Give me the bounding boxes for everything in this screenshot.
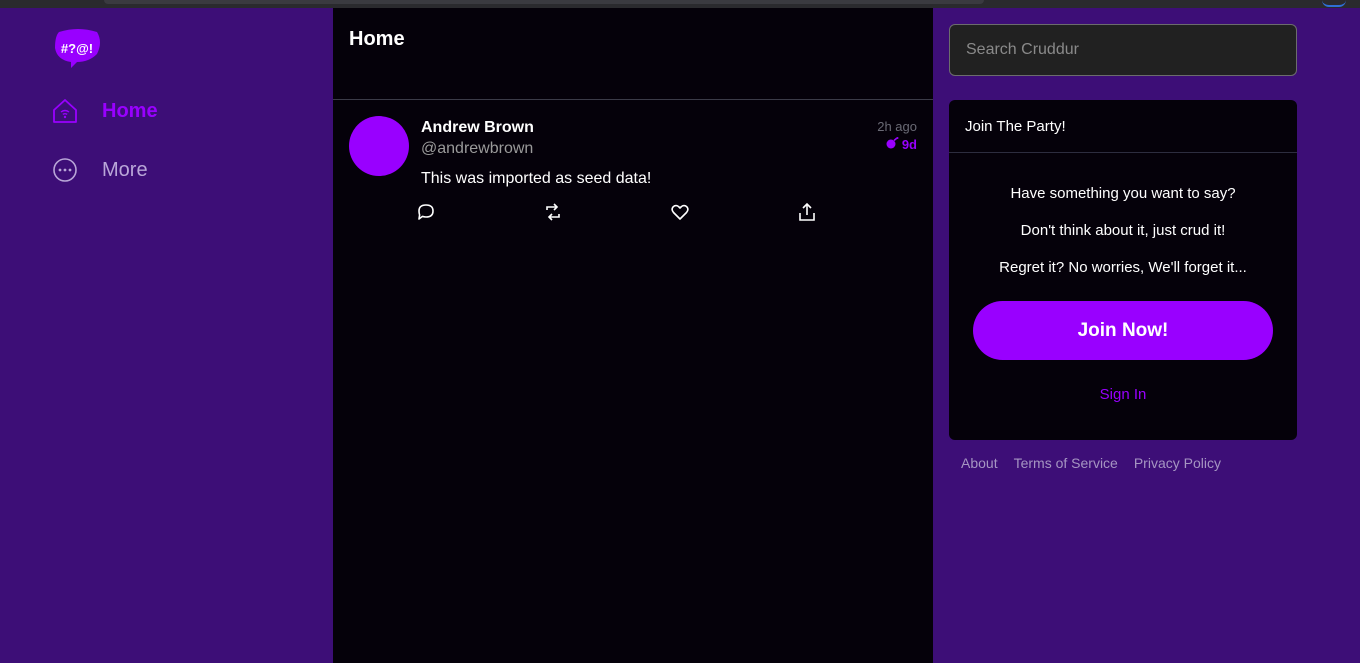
post-expiry: 9d — [885, 137, 917, 152]
share-button[interactable] — [797, 202, 817, 222]
sidebar-item-home-label: Home — [102, 99, 158, 122]
join-line: Regret it? No worries, We'll forget it..… — [999, 259, 1247, 276]
page-title: Home — [349, 28, 405, 50]
like-button[interactable] — [670, 202, 690, 222]
sidebar: #?@! Home More — [0, 8, 333, 663]
join-line: Have something you want to say? — [1010, 185, 1236, 202]
bomb-icon — [885, 137, 899, 152]
sign-in-link[interactable]: Sign In — [949, 386, 1297, 403]
join-line: Don't think about it, just crud it! — [1020, 222, 1226, 239]
footer-link-terms[interactable]: Terms of Service — [1014, 455, 1118, 471]
feed-header: Home — [333, 8, 933, 100]
post-handle[interactable]: @andrewbrown — [421, 140, 533, 158]
browser-address-edge — [104, 0, 984, 4]
logo-icon: #?@! — [55, 29, 100, 68]
more-icon — [52, 157, 78, 183]
avatar[interactable] — [349, 116, 409, 176]
logo-text: #?@! — [61, 41, 93, 56]
repost-icon — [546, 203, 560, 221]
sidebar-item-more[interactable]: More — [52, 157, 148, 183]
post-time-ago: 2h ago — [877, 119, 917, 134]
browser-top-strip — [0, 0, 1360, 8]
post-item[interactable]: Andrew Brown @andrewbrown 2h ago 9d This… — [333, 100, 933, 240]
join-panel-title: Join The Party! — [949, 100, 1297, 153]
reply-button[interactable] — [416, 202, 436, 222]
post-message: This was imported as seed data! — [421, 170, 652, 187]
post-display-name[interactable]: Andrew Brown — [421, 119, 534, 137]
post-expiry-label: 9d — [901, 137, 917, 152]
share-icon — [799, 202, 815, 221]
sidebar-item-more-label: More — [102, 158, 148, 181]
browser-corner-icon — [1322, 0, 1346, 7]
feed: Home Andrew Brown @andrewbrown 2h ago 9d… — [333, 8, 933, 663]
sidebar-item-home[interactable]: Home — [52, 98, 158, 124]
repost-button[interactable] — [543, 202, 563, 222]
footer-link-privacy[interactable]: Privacy Policy — [1134, 455, 1221, 471]
heart-icon — [671, 204, 689, 220]
logo[interactable]: #?@! — [53, 28, 103, 70]
reply-icon — [418, 204, 434, 220]
home-icon — [52, 98, 78, 124]
join-now-button[interactable]: Join Now! — [973, 301, 1273, 360]
footer-links: About Terms of Service Privacy Policy — [961, 455, 1221, 471]
footer-link-about[interactable]: About — [961, 455, 998, 471]
join-panel: Join The Party! Have something you want … — [949, 100, 1297, 440]
search-input[interactable] — [949, 24, 1297, 76]
